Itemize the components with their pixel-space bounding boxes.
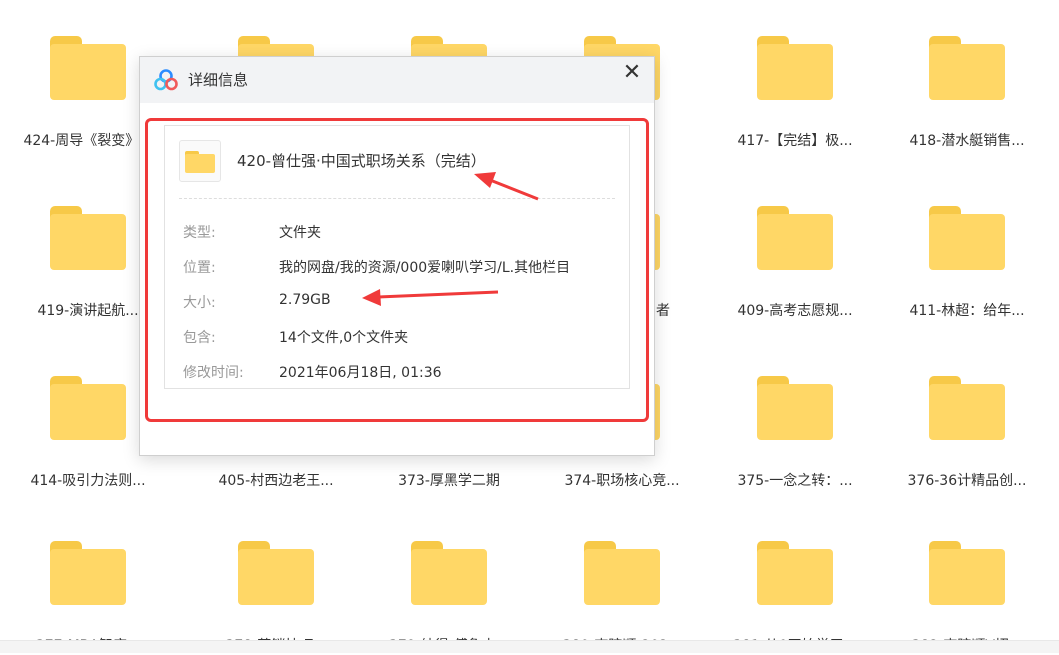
baidu-netdisk-logo-icon <box>154 69 178 91</box>
folder-icon <box>50 36 126 100</box>
folder-icon <box>929 206 1005 270</box>
folder-tile[interactable]: 381-从0开始学习... <box>709 505 881 655</box>
folder-tile[interactable]: 377-MBA智库... <box>2 505 174 655</box>
folder-label: 373-厚黑学二期 <box>398 473 500 489</box>
folder-icon <box>929 376 1005 440</box>
folder-label: 414-吸引力法则... <box>30 473 146 489</box>
folder-label: 405-村西边老王... <box>218 473 334 489</box>
folder-icon <box>411 541 487 605</box>
folder-label: 417-【完结】极... <box>737 133 853 149</box>
folder-icon <box>929 541 1005 605</box>
folder-icon <box>757 541 833 605</box>
folder-tile[interactable]: 378-营销技巧... <box>190 505 362 655</box>
folder-label: 375-一念之转：... <box>737 473 853 489</box>
folder-icon <box>50 541 126 605</box>
folder-tile[interactable]: 379-纳得-傅鲁志... <box>363 505 535 655</box>
folder-tile[interactable]: 418-潜水艇销售... <box>881 0 1053 150</box>
folder-tile[interactable]: 409-高考志愿规... <box>709 170 881 320</box>
dialog-header: 详细信息 ✕ <box>140 57 654 103</box>
folder-icon <box>929 36 1005 100</box>
folder-icon <box>757 206 833 270</box>
folder-label: 374-职场核心竞... <box>564 473 680 489</box>
horizontal-scrollbar[interactable] <box>0 640 1059 653</box>
folder-tile[interactable]: 411-林超：给年... <box>881 170 1053 320</box>
folder-label: 者 <box>656 303 670 319</box>
folder-tile[interactable]: 382-查瞎顺V招... <box>881 505 1053 655</box>
folder-tile[interactable]: 417-【完结】极... <box>709 0 881 150</box>
folder-tile[interactable]: 380-查瞎顺-202... <box>536 505 708 655</box>
folder-icon <box>50 376 126 440</box>
folder-icon <box>50 206 126 270</box>
dialog-title: 详细信息 <box>188 71 249 89</box>
folder-icon <box>584 541 660 605</box>
close-icon[interactable]: ✕ <box>620 61 644 85</box>
folder-label: 376-36计精品创... <box>907 473 1027 489</box>
folder-tile[interactable]: 375-一念之转：... <box>709 340 881 490</box>
folder-icon <box>238 541 314 605</box>
annotation-highlight-box <box>145 118 649 422</box>
folder-tile[interactable]: 376-36计精品创... <box>881 340 1053 490</box>
folder-label: 411-林超：给年... <box>909 303 1025 319</box>
folder-label: 409-高考志愿规... <box>737 303 853 319</box>
folder-icon <box>757 376 833 440</box>
folder-icon <box>757 36 833 100</box>
folder-label: 418-潜水艇销售... <box>909 133 1025 149</box>
